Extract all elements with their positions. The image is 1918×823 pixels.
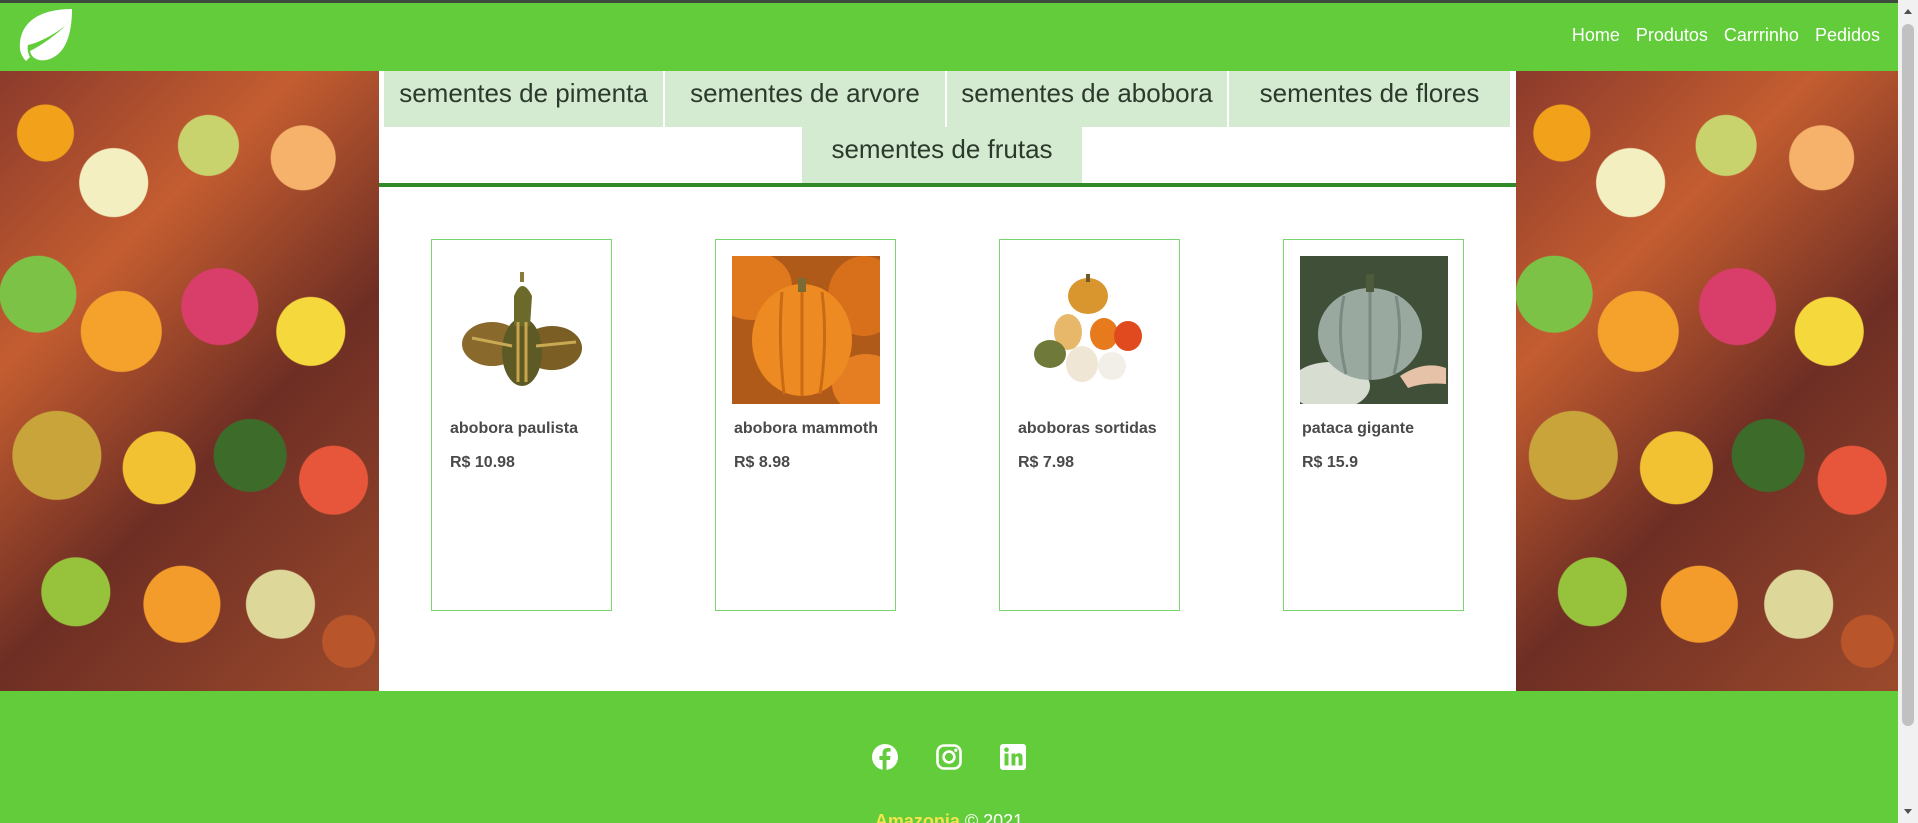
social-links [871, 743, 1027, 771]
instagram-icon[interactable] [935, 743, 963, 771]
product-price: R$ 10.98 [450, 454, 515, 471]
nav-link-pedidos[interactable]: Pedidos [1815, 25, 1880, 46]
category-tab-flores[interactable]: sementes de flores [1229, 71, 1510, 127]
linkedin-icon[interactable] [999, 743, 1027, 771]
category-tab-frutas[interactable]: sementes de frutas [802, 127, 1082, 183]
product-price: R$ 15.9 [1302, 454, 1359, 471]
copyright: Amazonia © 2021 [0, 811, 1898, 823]
product-price: R$ 8.98 [734, 454, 791, 471]
striped-squash-image [448, 256, 596, 404]
product-card[interactable]: abobora paulista R$ 10.98 [431, 239, 612, 611]
category-tab-arvore[interactable]: sementes de arvore [665, 71, 946, 127]
scroll-down-arrow-icon[interactable] [1902, 805, 1914, 817]
product-name: pataca gigante [1302, 420, 1415, 437]
category-tab-abobora[interactable]: sementes de abobora [947, 71, 1228, 127]
copyright-text: © 2021 [959, 811, 1024, 823]
assorted-pumpkins-image [1016, 256, 1164, 404]
gray-pumpkin-image [1300, 256, 1448, 404]
fruit-background-left [0, 71, 379, 691]
category-tab-pimenta[interactable]: sementes de pimenta [384, 71, 664, 127]
fruit-pattern-image [0, 71, 379, 691]
nav-link-produtos[interactable]: Produtos [1636, 25, 1708, 46]
facebook-icon[interactable] [871, 743, 899, 771]
section-divider [379, 183, 1516, 187]
scrollbar-thumb[interactable] [1902, 24, 1914, 726]
product-name: aboboras sortidas [1018, 420, 1157, 437]
nav-link-home[interactable]: Home [1572, 25, 1620, 46]
product-card[interactable]: aboboras sortidas R$ 7.98 [999, 239, 1180, 611]
main-nav: Home Produtos Carrrinho Pedidos [1572, 25, 1880, 46]
product-name: abobora mammoth [734, 420, 879, 437]
footer-brand-link[interactable]: Amazonia [875, 811, 960, 823]
leaf-icon[interactable] [14, 5, 76, 67]
product-name: abobora paulista [450, 420, 579, 437]
product-price: R$ 7.98 [1018, 454, 1075, 471]
nav-link-carrinho[interactable]: Carrrinho [1724, 25, 1799, 46]
product-card[interactable]: pataca gigante R$ 15.9 [1283, 239, 1464, 611]
main-content: sementes de pimenta sementes de arvore s… [379, 71, 1516, 691]
product-card[interactable]: abobora mammoth R$ 8.98 [715, 239, 896, 611]
orange-pumpkin-image [732, 256, 880, 404]
scrollbar[interactable] [1898, 0, 1918, 823]
navbar: Home Produtos Carrrinho Pedidos [0, 3, 1898, 71]
fruit-pattern-image [1516, 71, 1898, 691]
fruit-background-right [1516, 71, 1898, 691]
footer: Amazonia © 2021 [0, 691, 1898, 823]
scroll-up-arrow-icon[interactable] [1902, 6, 1914, 18]
